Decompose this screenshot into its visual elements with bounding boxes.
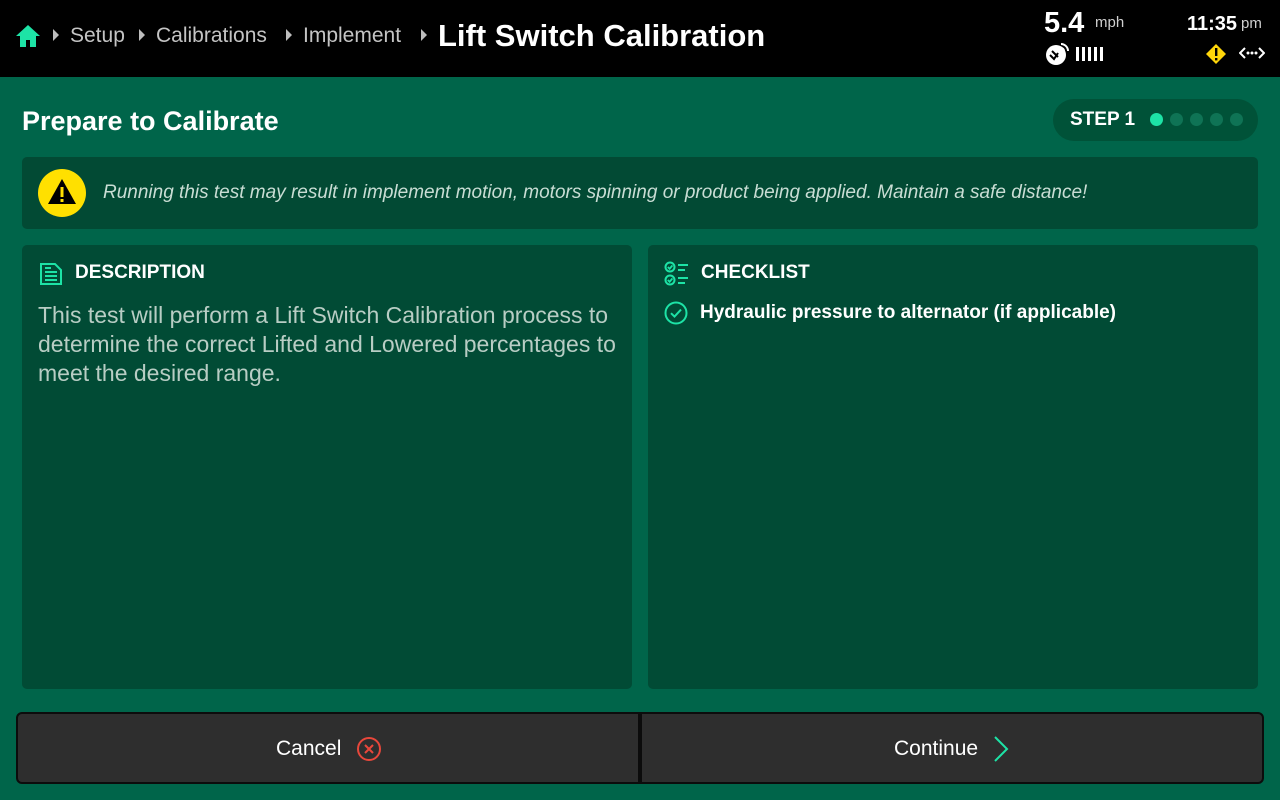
step-dot-3 bbox=[1190, 113, 1203, 126]
warning-text: Running this test may result in implemen… bbox=[103, 182, 1088, 203]
clock-period: pm bbox=[1241, 15, 1262, 32]
warning-banner: Running this test may result in implemen… bbox=[22, 157, 1258, 229]
page-title: Lift Switch Calibration bbox=[438, 18, 766, 53]
breadcrumb-separator-icon bbox=[286, 29, 292, 41]
breadcrumb-separator-icon bbox=[421, 29, 427, 41]
step-label: STEP 1 bbox=[1070, 109, 1136, 130]
check-circle-icon bbox=[664, 301, 688, 325]
continue-button-label: Continue bbox=[894, 737, 979, 760]
connection-arrows-icon[interactable] bbox=[1239, 44, 1265, 62]
breadcrumb-implement[interactable]: Implement bbox=[303, 22, 401, 50]
gps-satellite-icon bbox=[1046, 43, 1069, 65]
checklist-panel: CHECKLIST Hydraulic pressure to alternat… bbox=[648, 245, 1258, 689]
speed-unit: mph bbox=[1095, 14, 1125, 31]
signal-bars-icon bbox=[1076, 47, 1103, 61]
checklist-item[interactable]: Hydraulic pressure to alternator (if app… bbox=[664, 300, 1244, 326]
description-panel: DESCRIPTION This test will perform a Lif… bbox=[22, 245, 632, 689]
step-dot-2 bbox=[1170, 113, 1183, 126]
description-heading: DESCRIPTION bbox=[75, 262, 205, 283]
description-body: This test will perform a Lift Switch Cal… bbox=[38, 302, 616, 386]
breadcrumb-separator-icon bbox=[139, 29, 145, 41]
checklist-heading: CHECKLIST bbox=[701, 262, 810, 283]
clock-time: 11:35 bbox=[1187, 13, 1238, 35]
step-dot-4 bbox=[1210, 113, 1223, 126]
cancel-circle-icon bbox=[357, 737, 381, 761]
top-bar: Setup Calibrations Implement Lift Switch… bbox=[0, 0, 1280, 77]
checklist-icon bbox=[664, 261, 688, 286]
warning-diamond-icon[interactable] bbox=[1205, 43, 1227, 65]
section-title: Prepare to Calibrate bbox=[22, 106, 279, 136]
step-dot-1 bbox=[1150, 113, 1163, 126]
speed-value: 5.4 bbox=[1044, 7, 1085, 39]
breadcrumb-setup[interactable]: Setup bbox=[70, 22, 125, 50]
continue-button[interactable]: Continue bbox=[640, 712, 1264, 784]
cancel-button[interactable]: Cancel bbox=[16, 712, 640, 784]
warning-triangle-icon bbox=[38, 169, 86, 217]
document-icon bbox=[40, 263, 62, 285]
checklist-item-label: Hydraulic pressure to alternator (if app… bbox=[700, 302, 1116, 323]
home-icon[interactable] bbox=[14, 22, 42, 50]
breadcrumb-calibrations[interactable]: Calibrations bbox=[156, 22, 267, 50]
chevron-right-icon bbox=[994, 736, 1009, 762]
cancel-button-label: Cancel bbox=[276, 737, 342, 760]
breadcrumb-separator-icon bbox=[53, 29, 59, 41]
step-indicator: STEP 1 bbox=[1053, 99, 1258, 141]
step-dot-5 bbox=[1230, 113, 1243, 126]
